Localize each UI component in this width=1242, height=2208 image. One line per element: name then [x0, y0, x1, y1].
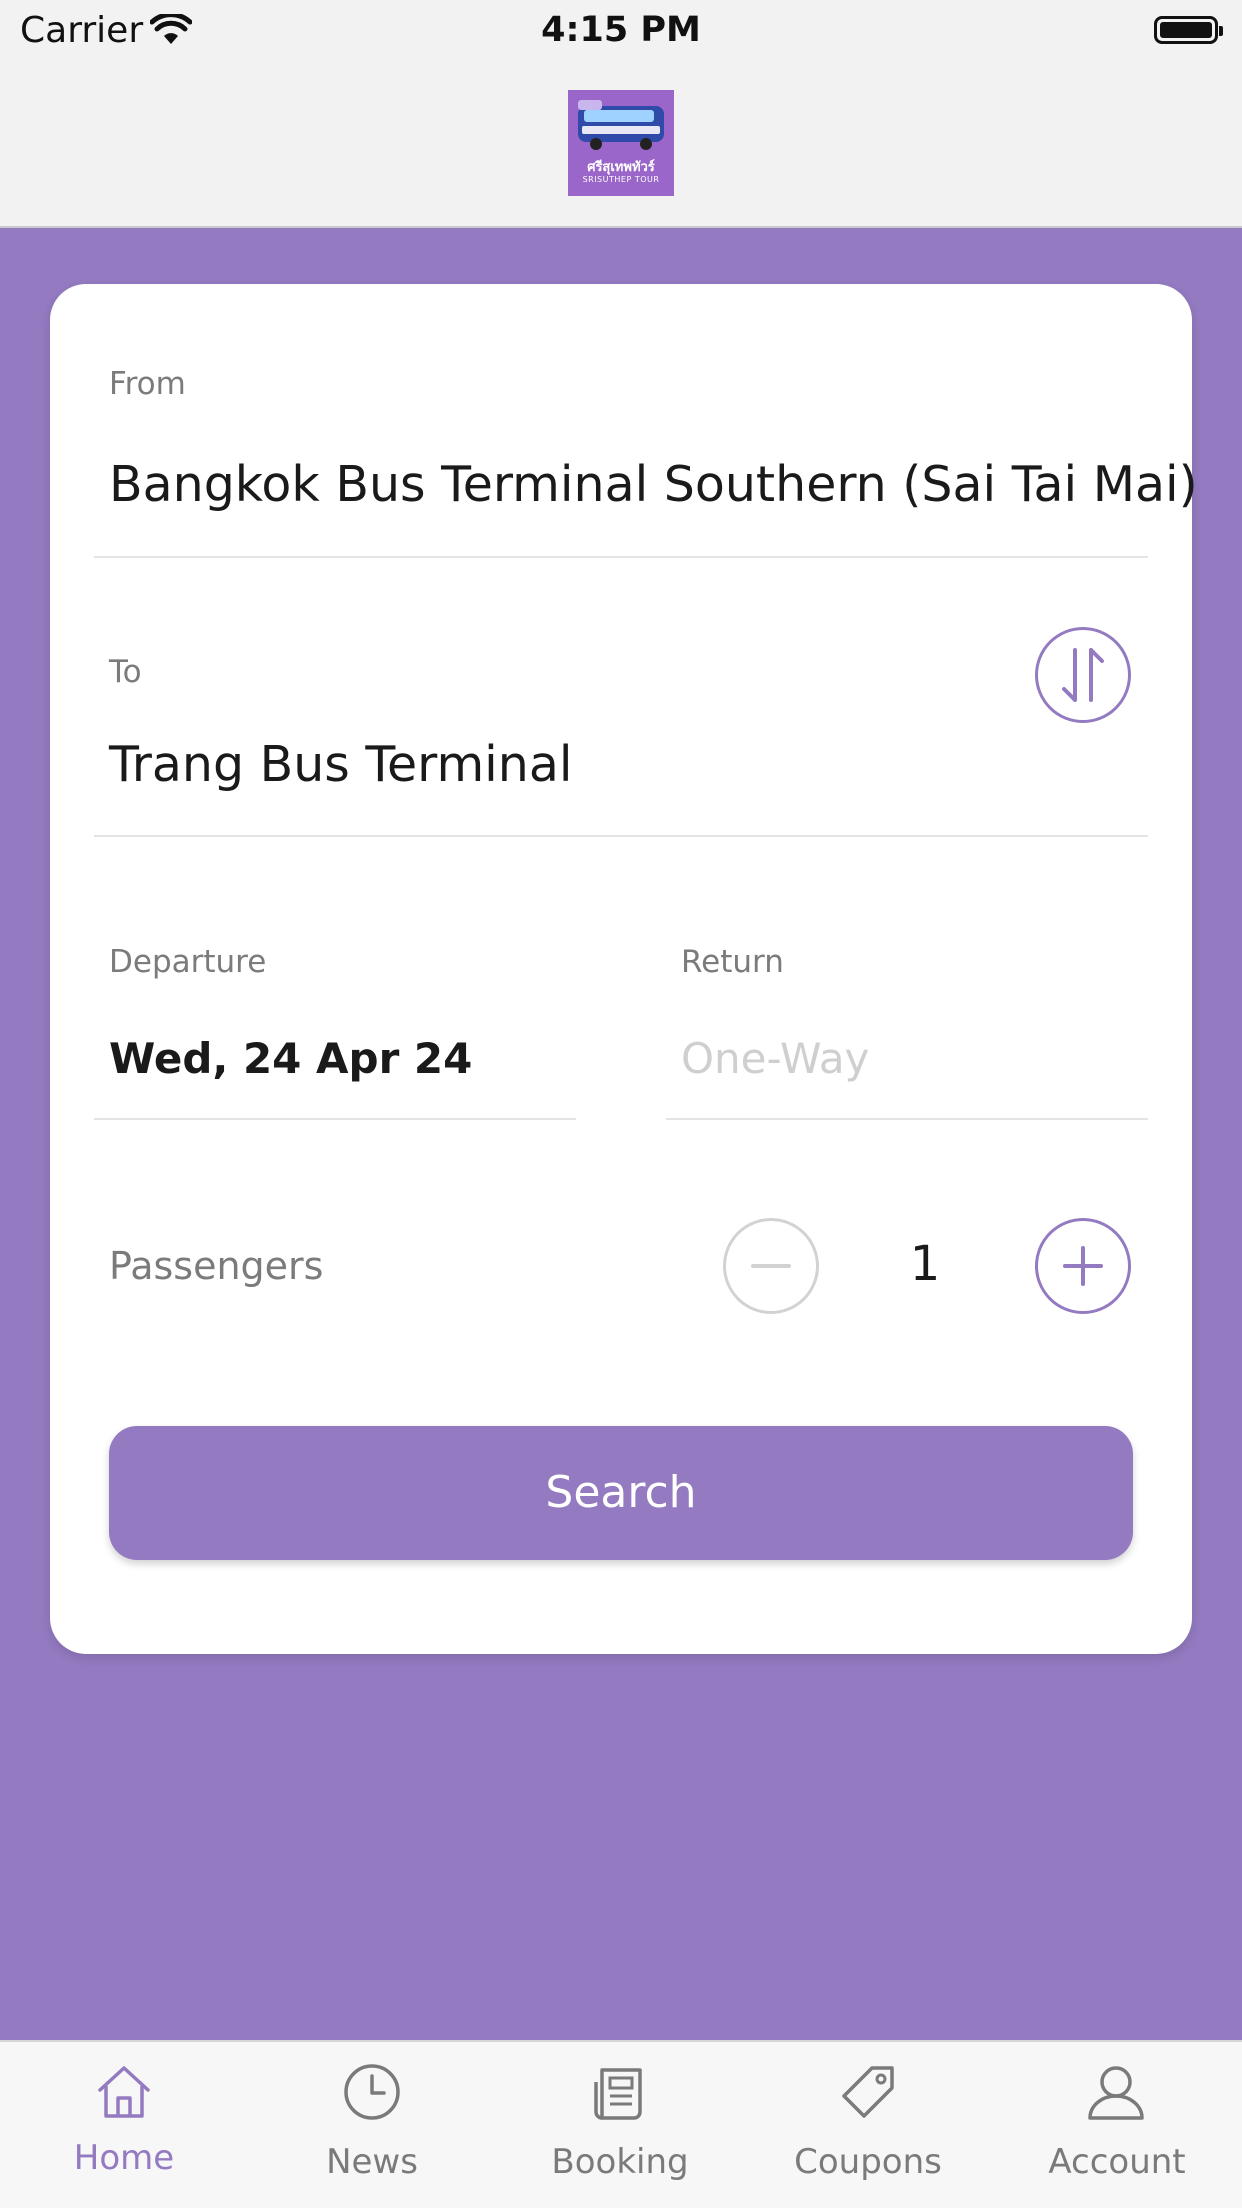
- nav-bar: ศรีสุเทพทัวร์ SRISUTHEP TOUR: [0, 62, 1242, 228]
- to-divider: [94, 835, 1148, 837]
- from-label: From: [109, 366, 186, 402]
- tab-account-label: Account: [1048, 2142, 1186, 2182]
- swap-arrows-icon: [1062, 648, 1104, 702]
- swap-button[interactable]: [1035, 627, 1131, 723]
- departure-label: Departure: [109, 944, 267, 980]
- home-icon: [98, 2066, 150, 2118]
- tab-home[interactable]: Home: [0, 2042, 248, 2208]
- tab-bar: Home News Booking Coupons Account: [0, 2040, 1242, 2208]
- passengers-label: Passengers: [109, 1244, 324, 1288]
- from-field[interactable]: Bangkok Bus Terminal Southern (Sai Tai M…: [109, 456, 1198, 513]
- departure-divider: [94, 1118, 576, 1120]
- user-icon: [1088, 2066, 1144, 2120]
- search-card: From Bangkok Bus Terminal Southern (Sai …: [50, 284, 1198, 1654]
- document-icon: [594, 2068, 642, 2120]
- to-label: To: [109, 654, 142, 690]
- tab-booking[interactable]: Booking: [496, 2042, 744, 2208]
- minus-icon: [751, 1264, 791, 1268]
- departure-date-field[interactable]: Wed, 24 Apr 24: [109, 1034, 472, 1083]
- tab-news[interactable]: News: [248, 2042, 496, 2208]
- tab-account[interactable]: Account: [992, 2042, 1242, 2208]
- from-divider: [94, 556, 1148, 558]
- clock-icon: [344, 2064, 400, 2120]
- app-logo: ศรีสุเทพทัวร์ SRISUTHEP TOUR: [568, 90, 674, 196]
- battery-icon: [1154, 16, 1223, 44]
- status-time: 4:15 PM: [541, 10, 701, 50]
- tab-booking-label: Booking: [551, 2142, 689, 2182]
- tag-icon: [842, 2066, 894, 2118]
- decrease-passengers-button[interactable]: [723, 1218, 819, 1314]
- return-label: Return: [681, 944, 784, 980]
- logo-subtitle: SRISUTHEP TOUR: [582, 175, 660, 184]
- tab-news-label: News: [326, 2142, 418, 2182]
- status-bar: Carrier 4:15 PM: [0, 0, 1242, 62]
- search-button[interactable]: Search: [109, 1426, 1133, 1560]
- increase-passengers-button[interactable]: [1035, 1218, 1131, 1314]
- return-divider: [666, 1118, 1148, 1120]
- plus-icon: [1063, 1246, 1103, 1286]
- tab-home-label: Home: [73, 2138, 175, 2178]
- passenger-count: 1: [909, 1236, 941, 1292]
- return-date-field[interactable]: One-Way: [681, 1034, 869, 1083]
- tab-coupons-label: Coupons: [794, 2142, 942, 2182]
- tab-coupons[interactable]: Coupons: [744, 2042, 992, 2208]
- logo-name: ศรีสุเทพทัวร์: [587, 160, 655, 175]
- bus-logo-icon: [578, 100, 664, 150]
- to-field[interactable]: Trang Bus Terminal: [109, 736, 573, 793]
